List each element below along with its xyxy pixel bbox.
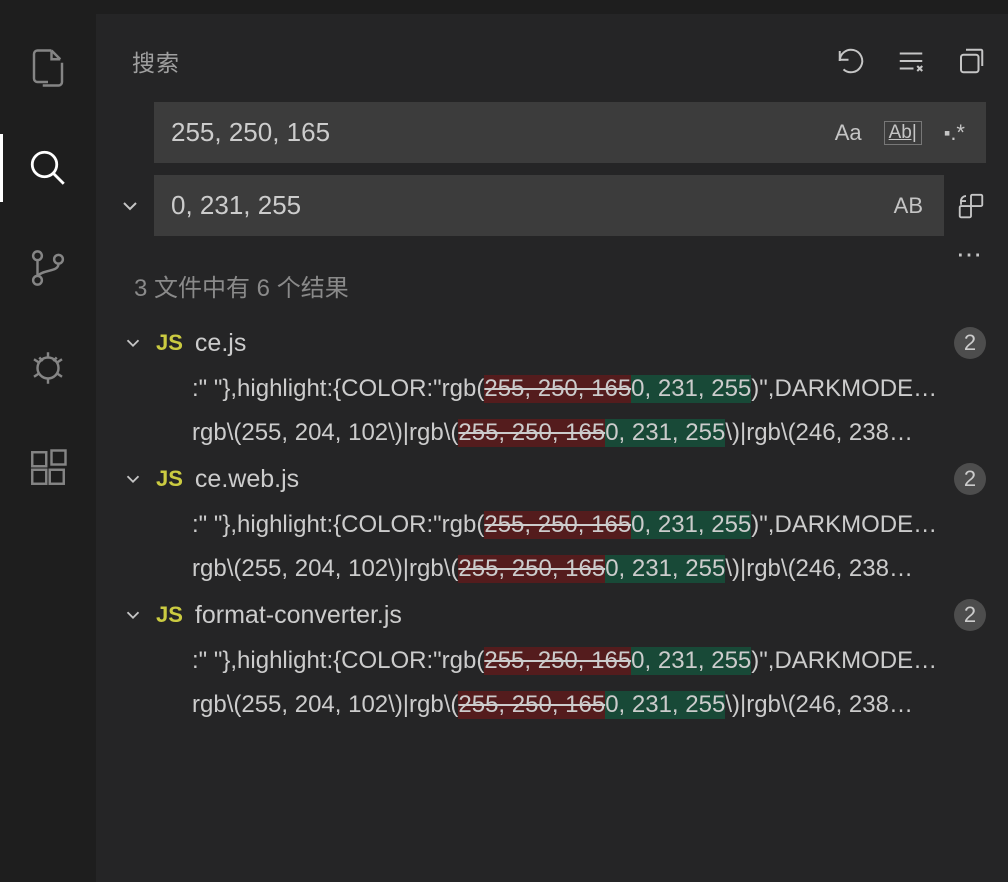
file-group: JS format-converter.js 2 :" "},highlight:{C… bbox=[96, 591, 1008, 727]
search-panel: 搜索 255, 250, 165 bbox=[96, 14, 1008, 882]
more-options-row: ⋯ bbox=[154, 248, 986, 260]
file-header[interactable]: JS ce.web.js 2 bbox=[122, 455, 1008, 503]
clear-icon bbox=[896, 46, 926, 76]
search-input-value[interactable]: 255, 250, 165 bbox=[171, 117, 819, 148]
match-count-badge: 2 bbox=[954, 599, 986, 631]
match-case-toggle[interactable]: Aa bbox=[831, 118, 866, 148]
file-group: JS ce.js 2 :" "},highlight:{COLOR:"rgb(255,… bbox=[96, 319, 1008, 455]
files-icon bbox=[27, 47, 69, 89]
file-group: JS ce.web.js 2 :" "},highlight:{COLOR:"rgb(… bbox=[96, 455, 1008, 591]
match-count-badge: 2 bbox=[954, 463, 986, 495]
replace-input[interactable]: 0, 231, 255 AB bbox=[154, 175, 944, 236]
match-line[interactable]: rgb\(255, 204, 102\)|rgb\(255, 250, 1650… bbox=[122, 547, 1008, 591]
match-line[interactable]: :" "},highlight:{COLOR:"rgb(255, 250, 16… bbox=[122, 503, 1008, 547]
refresh-button[interactable] bbox=[836, 46, 866, 76]
activity-search[interactable] bbox=[24, 144, 72, 192]
chevron-down-icon bbox=[122, 332, 144, 354]
extensions-icon bbox=[27, 447, 69, 489]
toggle-replace-button[interactable] bbox=[118, 152, 142, 260]
bug-icon bbox=[27, 347, 69, 389]
filename: ce.web.js bbox=[195, 465, 299, 494]
main-area: 搜索 255, 250, 165 bbox=[0, 14, 1008, 882]
search-inputs: 255, 250, 165 Aa Ab| ▪.* 0, 231, 255 AB bbox=[154, 102, 986, 260]
match-line[interactable]: rgb\(255, 204, 102\)|rgb\(255, 250, 1650… bbox=[122, 683, 1008, 727]
preserve-case-toggle[interactable]: AB bbox=[890, 191, 927, 221]
search-input-toggles: Aa Ab| ▪.* bbox=[831, 118, 969, 148]
search-panel-header: 搜索 bbox=[96, 36, 1008, 86]
search-body: 255, 250, 165 Aa Ab| ▪.* 0, 231, 255 AB bbox=[96, 86, 1008, 260]
branch-icon bbox=[27, 247, 69, 289]
search-input[interactable]: 255, 250, 165 Aa Ab| ▪.* bbox=[154, 102, 986, 163]
match-line[interactable]: rgb\(255, 204, 102\)|rgb\(255, 250, 1650… bbox=[122, 411, 1008, 455]
filename: ce.js bbox=[195, 329, 246, 358]
replace-input-toggles: AB bbox=[890, 191, 927, 221]
more-options-button[interactable]: ⋯ bbox=[956, 248, 984, 260]
activity-source-control[interactable] bbox=[24, 244, 72, 292]
replace-input-row: 0, 231, 255 AB bbox=[154, 175, 986, 236]
replace-all-icon bbox=[956, 191, 986, 221]
results-list: JS ce.js 2 :" "},highlight:{COLOR:"rgb(255,… bbox=[96, 311, 1008, 727]
search-input-row: 255, 250, 165 Aa Ab| ▪.* bbox=[154, 102, 986, 163]
activity-bar bbox=[0, 14, 96, 882]
window-titlebar bbox=[0, 0, 1008, 14]
match-count-badge: 2 bbox=[954, 327, 986, 359]
file-header[interactable]: JS format-converter.js 2 bbox=[122, 591, 1008, 639]
panel-title: 搜索 bbox=[132, 44, 180, 78]
replace-all-button[interactable] bbox=[956, 191, 986, 221]
search-icon bbox=[27, 147, 69, 189]
results-summary: 3 文件中有 6 个结果 bbox=[96, 260, 1008, 311]
whole-word-toggle[interactable]: Ab| bbox=[884, 121, 922, 145]
match-line[interactable]: :" "},highlight:{COLOR:"rgb(255, 250, 16… bbox=[122, 367, 1008, 411]
refresh-icon bbox=[836, 46, 866, 76]
match-line[interactable]: :" "},highlight:{COLOR:"rgb(255, 250, 16… bbox=[122, 639, 1008, 683]
activity-explorer[interactable] bbox=[24, 44, 72, 92]
chevron-down-icon bbox=[118, 194, 142, 218]
activity-extensions[interactable] bbox=[24, 444, 72, 492]
file-type-badge: JS bbox=[156, 330, 183, 356]
replace-input-value[interactable]: 0, 231, 255 bbox=[171, 190, 878, 221]
filename: format-converter.js bbox=[195, 601, 402, 630]
regex-toggle[interactable]: ▪.* bbox=[940, 118, 969, 148]
file-type-badge: JS bbox=[156, 466, 183, 492]
chevron-down-icon bbox=[122, 604, 144, 626]
clear-results-button[interactable] bbox=[896, 46, 926, 76]
new-editor-icon bbox=[956, 46, 986, 76]
activity-debug[interactable] bbox=[24, 344, 72, 392]
file-header[interactable]: JS ce.js 2 bbox=[122, 319, 1008, 367]
open-editor-button[interactable] bbox=[956, 46, 986, 76]
file-type-badge: JS bbox=[156, 602, 183, 628]
header-actions bbox=[836, 46, 986, 76]
chevron-down-icon bbox=[122, 468, 144, 490]
